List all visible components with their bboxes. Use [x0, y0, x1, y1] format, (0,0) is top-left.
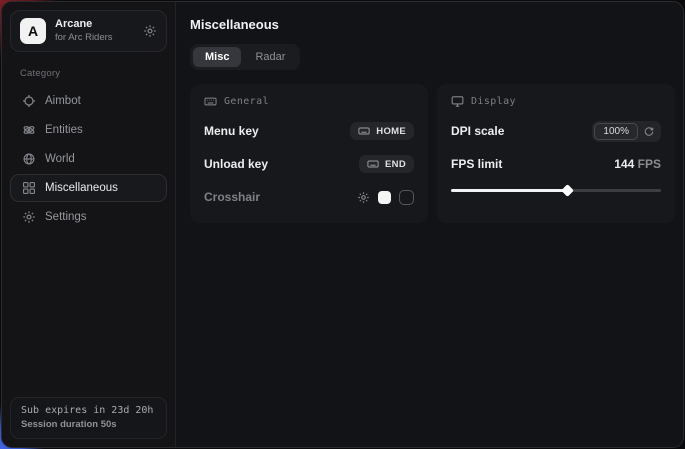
fps-slider-fill	[451, 189, 567, 193]
page-title: Miscellaneous	[190, 17, 675, 32]
gear-icon[interactable]	[143, 24, 157, 38]
dpi-scale-select[interactable]: 100%	[592, 121, 661, 142]
dpi-scale-row: DPI scale 100%	[451, 121, 661, 141]
fps-limit-label: FPS limit	[451, 157, 502, 171]
tab-misc[interactable]: Misc	[193, 47, 241, 67]
sidebar: A Arcane for Arc Riders Category Aimbot	[2, 2, 176, 447]
sidebar-item-label: World	[45, 153, 75, 165]
fps-unit: FPS	[634, 157, 661, 171]
menu-key-bind-button[interactable]: HOME	[350, 122, 414, 140]
monitor-icon	[451, 95, 464, 108]
fps-slider[interactable]	[451, 186, 661, 194]
sidebar-item-label: Settings	[45, 211, 87, 223]
session-duration-text: Session duration 50s	[21, 419, 156, 430]
atom-icon	[21, 123, 36, 137]
dpi-scale-label: DPI scale	[451, 124, 504, 138]
tab-radar[interactable]: Radar	[243, 47, 297, 67]
sidebar-item-aimbot[interactable]: Aimbot	[10, 87, 167, 115]
sidebar-item-entities[interactable]: Entities	[10, 116, 167, 144]
panels-row: General Menu key HOME	[190, 84, 675, 223]
crosshair-color-swatch[interactable]	[378, 191, 391, 204]
brand-title: Arcane	[55, 18, 134, 32]
unload-key-row: Unload key END	[204, 154, 414, 174]
menu-key-value: HOME	[376, 126, 406, 137]
app-window: A Arcane for Arc Riders Category Aimbot	[1, 1, 684, 448]
display-panel: Display DPI scale 100%	[437, 84, 675, 223]
cycle-icon[interactable]	[643, 125, 655, 137]
sidebar-item-label: Miscellaneous	[45, 182, 118, 194]
keyboard-icon	[367, 158, 379, 170]
crosshair-checkbox[interactable]	[399, 190, 414, 205]
gear-icon[interactable]	[357, 191, 370, 204]
fps-number: 144	[614, 157, 634, 171]
crosshair-controls	[357, 190, 414, 205]
globe-icon	[21, 152, 36, 166]
sidebar-item-world[interactable]: World	[10, 145, 167, 173]
main-content: Miscellaneous Misc Radar General	[176, 2, 684, 447]
unload-key-label: Unload key	[204, 157, 268, 171]
tab-bar: Misc Radar	[190, 44, 300, 70]
sidebar-item-settings[interactable]: Settings	[10, 203, 167, 231]
unload-key-value: END	[385, 159, 406, 170]
dpi-scale-value: 100%	[594, 123, 638, 140]
brand-card: A Arcane for Arc Riders	[10, 10, 167, 52]
crosshair-icon	[21, 94, 36, 108]
menu-key-row: Menu key HOME	[204, 121, 414, 141]
brand-text: Arcane for Arc Riders	[55, 18, 134, 44]
grid-icon	[21, 181, 36, 195]
display-panel-title: Display	[471, 96, 516, 107]
fps-slider-thumb[interactable]	[561, 184, 574, 197]
app-logo: A	[20, 18, 46, 44]
gear-icon	[21, 210, 36, 224]
general-panel-title: General	[224, 96, 269, 107]
crosshair-row: Crosshair	[204, 187, 414, 207]
sub-expiry-text: Sub expires in 23d 20h	[21, 405, 156, 416]
brand-subtitle: for Arc Riders	[55, 32, 134, 44]
sidebar-item-label: Entities	[45, 124, 83, 136]
general-panel: General Menu key HOME	[190, 84, 428, 223]
crosshair-label: Crosshair	[204, 190, 260, 204]
subscription-info-card: Sub expires in 23d 20h Session duration …	[10, 397, 167, 439]
fps-limit-row: FPS limit 144 FPS	[451, 154, 661, 174]
sidebar-item-label: Aimbot	[45, 95, 81, 107]
unload-key-bind-button[interactable]: END	[359, 155, 414, 173]
fps-limit-value: 144 FPS	[614, 157, 661, 171]
general-panel-header: General	[204, 95, 414, 108]
menu-key-label: Menu key	[204, 124, 259, 138]
display-panel-header: Display	[451, 95, 661, 108]
sidebar-item-miscellaneous[interactable]: Miscellaneous	[10, 174, 167, 202]
category-label: Category	[20, 68, 167, 79]
keyboard-icon	[204, 95, 217, 108]
keyboard-icon	[358, 125, 370, 137]
